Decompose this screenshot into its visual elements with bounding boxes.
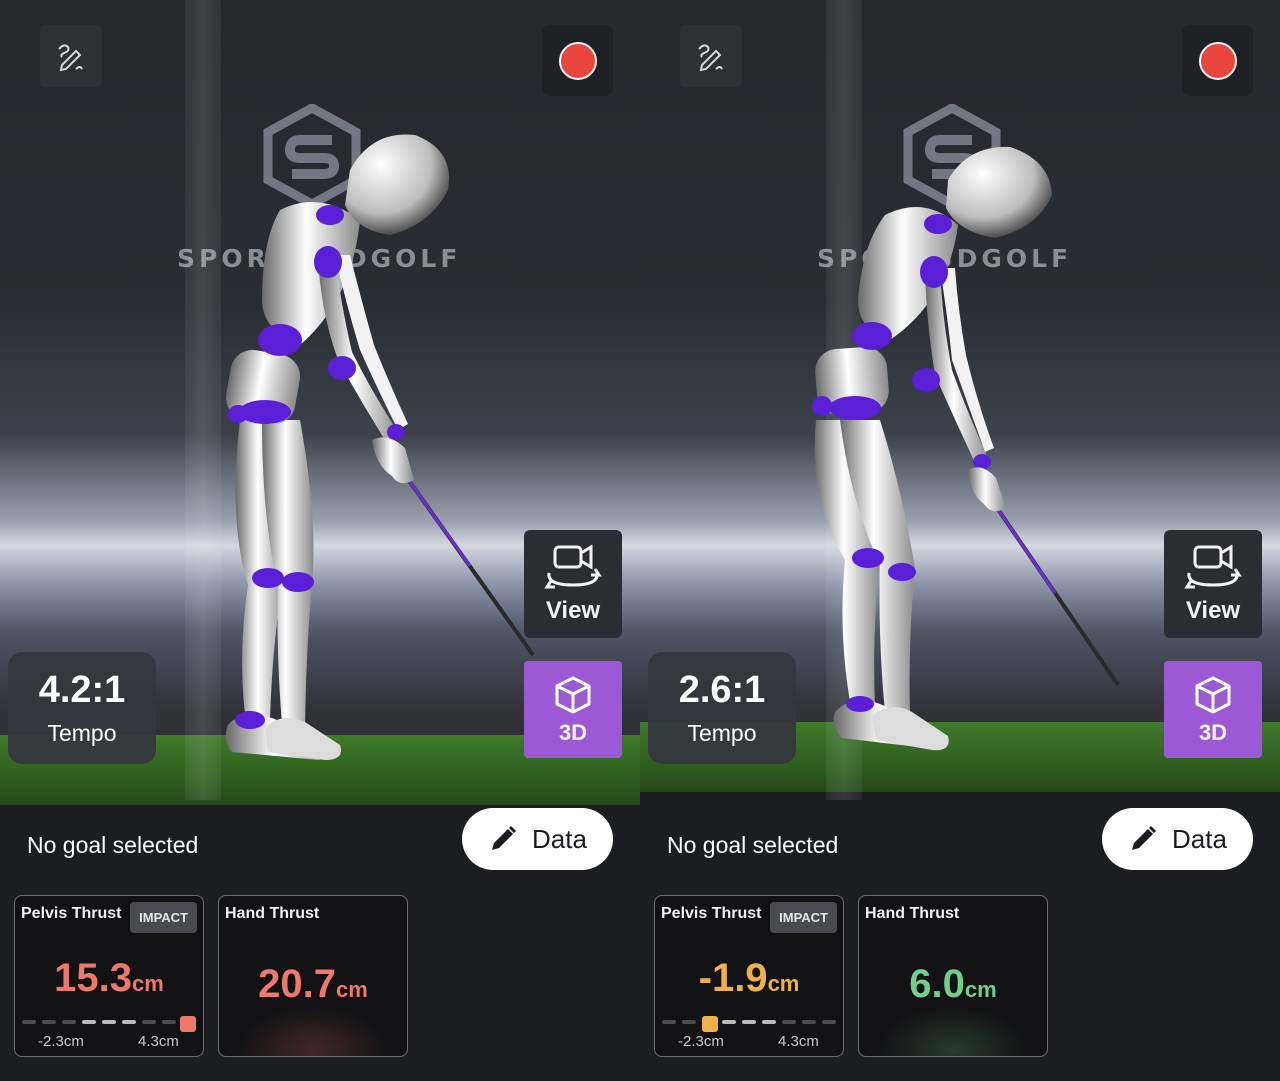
- metric-number: 15.3: [54, 956, 133, 1000]
- pencil-scribble-icon: [58, 44, 83, 72]
- record-button[interactable]: [1182, 25, 1253, 96]
- view-button[interactable]: View: [1164, 530, 1262, 638]
- range-max-label: 4.3cm: [778, 1033, 819, 1050]
- draw-tool-button[interactable]: [680, 25, 742, 87]
- range-min-label: -2.3cm: [678, 1033, 724, 1050]
- impact-tag[interactable]: IMPACT: [770, 902, 837, 933]
- view-label: View: [545, 597, 601, 624]
- record-icon: [558, 41, 597, 80]
- right-panel: SPO X 3DGOLF: [640, 0, 1280, 1081]
- data-button-label: Data: [532, 823, 587, 854]
- card-title: Pelvis Thrust: [661, 905, 762, 922]
- value-marker: [702, 1016, 718, 1032]
- data-button[interactable]: Data: [462, 808, 613, 870]
- value-marker: [180, 1016, 196, 1032]
- camera-rotate-icon: [544, 544, 602, 589]
- cube-icon: [555, 676, 591, 713]
- pencil-icon: [1132, 826, 1157, 850]
- range-min-label: -2.3cm: [38, 1033, 84, 1050]
- view-button[interactable]: View: [524, 530, 622, 638]
- 3d-button[interactable]: 3D: [1164, 661, 1262, 758]
- hand-thrust-card[interactable]: Hand Thrust 20.7cm: [218, 895, 408, 1057]
- metric-number: 20.7: [258, 962, 337, 1006]
- record-icon: [1198, 41, 1237, 80]
- range-scale: [22, 1016, 198, 1032]
- card-title: Hand Thrust: [225, 905, 320, 922]
- tempo-label: Tempo: [687, 720, 757, 746]
- tempo-readout: 4.2:1 Tempo: [8, 652, 156, 764]
- hand-thrust-card[interactable]: Hand Thrust 6.0cm: [858, 895, 1048, 1057]
- 3d-label: 3D: [558, 719, 588, 745]
- view-label: View: [1185, 597, 1241, 624]
- metric-unit: cm: [336, 977, 368, 1002]
- camera-rotate-icon: [1184, 544, 1242, 589]
- metric-number: -1.9: [698, 956, 768, 1000]
- goal-status: No goal selected: [667, 832, 839, 858]
- metric-value: -1.9cm: [655, 956, 843, 1001]
- metric-unit: cm: [132, 971, 164, 996]
- 3d-label: 3D: [1198, 719, 1228, 745]
- metric-unit: cm: [767, 971, 800, 996]
- pencil-icon: [492, 826, 517, 850]
- cube-icon: [1195, 676, 1231, 713]
- 3d-button[interactable]: 3D: [524, 661, 622, 758]
- pencil-scribble-icon: [698, 44, 723, 72]
- draw-tool-button[interactable]: [40, 25, 102, 87]
- left-panel: SPORTS 3DGOLF View 3D 4.2:1 Tempo No goa…: [0, 0, 640, 1081]
- record-button[interactable]: [542, 25, 613, 96]
- range-scale: [662, 1016, 838, 1032]
- impact-tag[interactable]: IMPACT: [130, 902, 197, 933]
- range-max-label: 4.3cm: [138, 1033, 179, 1050]
- metric-value: 15.3cm: [15, 956, 203, 1001]
- tempo-value: 2.6:1: [678, 669, 766, 711]
- data-button-label: Data: [1172, 823, 1227, 854]
- metric-number: 6.0: [909, 962, 965, 1006]
- tempo-readout: 2.6:1 Tempo: [648, 652, 796, 764]
- metric-value: 6.0cm: [859, 962, 1047, 1007]
- tempo-label: Tempo: [47, 720, 117, 746]
- metric-unit: cm: [964, 977, 997, 1002]
- card-title: Hand Thrust: [865, 905, 960, 922]
- card-glow: [239, 1006, 387, 1056]
- card-title: Pelvis Thrust: [21, 905, 122, 922]
- goal-status: No goal selected: [27, 832, 199, 858]
- metric-value: 20.7cm: [219, 962, 407, 1007]
- card-glow: [879, 1006, 1027, 1056]
- data-button[interactable]: Data: [1102, 808, 1253, 870]
- tempo-value: 4.2:1: [38, 669, 126, 711]
